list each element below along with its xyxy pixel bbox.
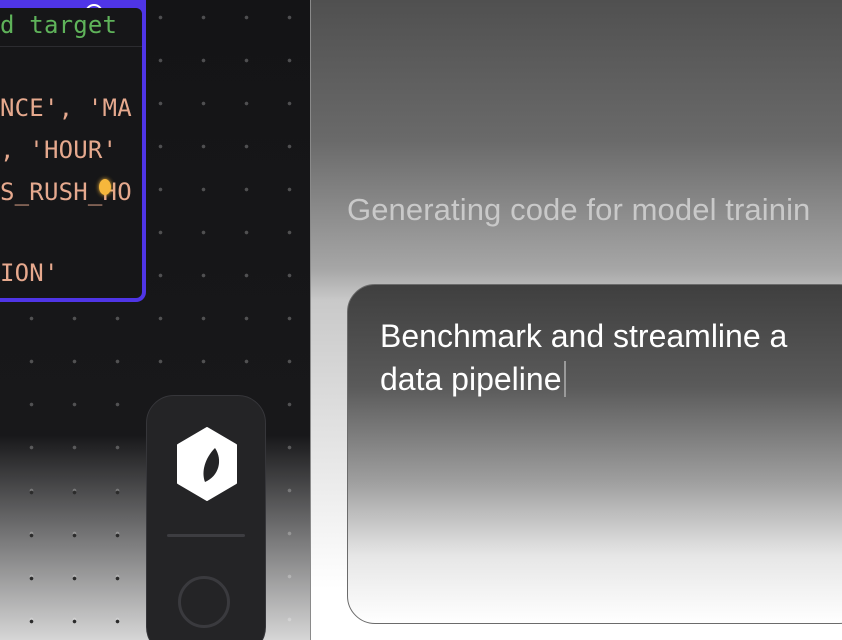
dot-grid-fade — [0, 470, 150, 640]
code-editor[interactable]: d target NCE', 'MA , 'HOUR' S_RUSH_HO IO… — [0, 8, 142, 298]
hexagon-leaf-logo-icon[interactable] — [175, 426, 239, 502]
chat-panel: Generating code for model trainin Benchm… — [310, 0, 842, 640]
dock-divider — [167, 534, 245, 537]
tool-dock — [146, 395, 266, 640]
code-line: NCE', 'MA — [0, 94, 132, 122]
code-line: ION' — [0, 259, 59, 287]
code-line: S_RUSH_HO — [0, 178, 132, 206]
text-caret — [564, 361, 567, 397]
code-line: , 'HOUR' — [0, 136, 118, 164]
prompt-input[interactable]: Benchmark and streamline a data pipeline — [347, 284, 842, 624]
code-divider — [0, 46, 142, 47]
loading-spinner-icon — [178, 576, 230, 628]
canvas-panel: d target NCE', 'MA , 'HOUR' S_RUSH_HO IO… — [0, 0, 310, 640]
status-message: Generating code for model trainin — [347, 192, 811, 227]
code-line: d target — [0, 11, 118, 39]
prompt-text: Benchmark and streamline a data pipeline — [380, 318, 788, 397]
code-editor-card[interactable]: d target NCE', 'MA , 'HOUR' S_RUSH_HO IO… — [0, 0, 146, 302]
prompt-input-field[interactable]: Benchmark and streamline a data pipeline — [380, 315, 840, 401]
cursor-spark-icon — [99, 179, 111, 195]
